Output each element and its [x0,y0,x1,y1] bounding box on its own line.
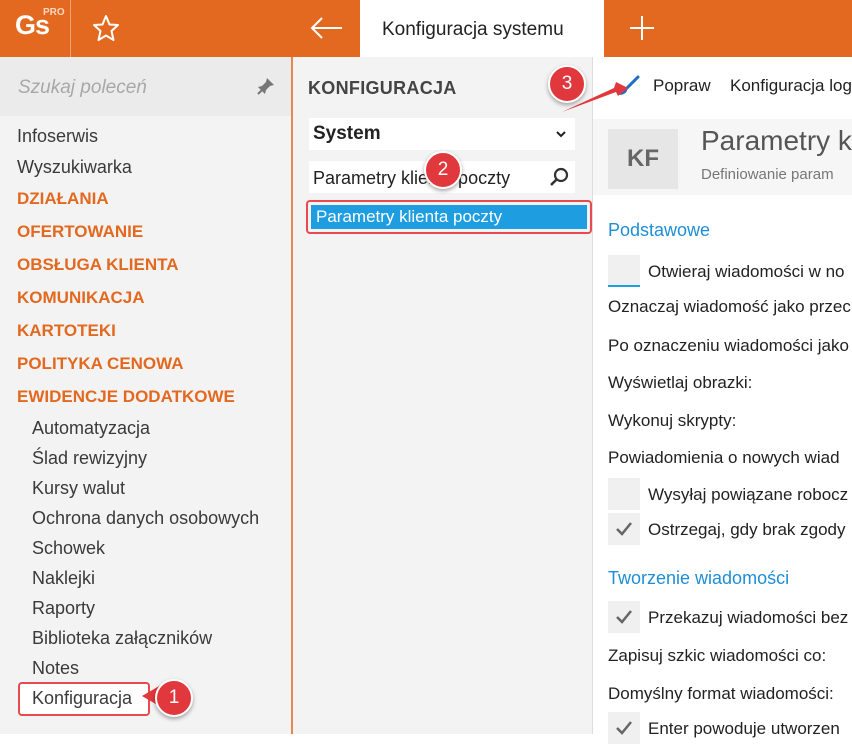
sidebar-category-ewidencje-dodatkowe[interactable]: EWIDENCJE DODATKOWE [17,387,235,407]
back-button[interactable] [306,12,346,44]
checkbox-send-related[interactable] [608,478,640,510]
checkbox-open-messages[interactable] [608,255,640,287]
app-logo[interactable]: Gs PRO [0,0,71,57]
sidebar-category-komunikacja[interactable]: KOMUNIKACJA [17,288,145,308]
checkmark-icon [616,721,632,735]
sidebar-item-schowek[interactable]: Schowek [32,538,105,559]
checkbox-forward[interactable] [608,601,640,633]
sidebar-item-kursy-walut[interactable]: Kursy walut [32,478,125,499]
details-subtitle: Definiowanie param [701,166,834,183]
search-icon[interactable] [548,166,570,188]
checkbox-enter[interactable] [608,712,640,744]
category-select-value: System [313,123,381,144]
field-draft-label: Zapisuj szkic wiadomości co: [608,646,827,665]
arrow-left-icon [310,17,342,39]
sidebar-item-raporty[interactable]: Raporty [32,598,95,619]
checkbox-warn-consent[interactable] [608,513,640,545]
sidebar: Szukaj poleceń Infoserwis Wyszukiwarka D… [0,57,291,734]
details-header: KF Parametry k Definiowanie param [593,119,852,195]
checkbox-forward-label: Przekazuj wiadomości bez [648,608,849,627]
callout-badge-2: 2 [424,151,462,189]
sidebar-item-automatyzacja[interactable]: Automatyzacja [32,418,150,439]
category-select[interactable]: System [309,118,575,150]
field-notifications-label: Powiadomienia o nowych wiad [608,448,840,467]
module-tile: KF [608,129,678,189]
sidebar-item-naklejki[interactable]: Naklejki [32,568,95,589]
search-result-label: Parametry klienta poczty [316,207,503,226]
plus-icon [630,16,654,40]
search-result-item[interactable]: Parametry klienta poczty [311,205,587,229]
sidebar-item-biblioteka[interactable]: Biblioteka załączników [32,628,212,649]
sidebar-category-dzialania[interactable]: DZIAŁANIA [17,189,109,209]
tab-konfiguracja-systemu[interactable]: Konfiguracja systemu [360,0,604,57]
checkbox-warn-consent-label: Ostrzegaj, gdy brak zgody [648,520,846,539]
edit-button[interactable]: Popraw [653,76,711,96]
sidebar-category-obsluga-klienta[interactable]: OBSŁUGA KLIENTA [17,255,179,275]
sidebar-item-wyszukiwarka[interactable]: Wyszukiwarka [17,157,132,178]
module-tile-text: KF [627,145,659,172]
sidebar-category-polityka-cenowa[interactable]: POLITYKA CENOWA [17,354,184,374]
command-search-placeholder: Szukaj poleceń [18,77,147,98]
sidebar-item-konfiguracja[interactable]: Konfiguracja [32,688,132,709]
sidebar-item-notes[interactable]: Notes [32,658,79,679]
field-after-mark-label: Po oznaczeniu wiadomości jako [608,336,849,355]
checkmark-icon [616,522,632,536]
tab-title: Konfiguracja systemu [382,19,564,40]
checkbox-open-messages-label: Otwieraj wiadomości w no [648,262,845,281]
panel-title: KONFIGURACJA [308,78,457,98]
sidebar-category-ofertowanie[interactable]: OFERTOWANIE [17,222,143,242]
checkbox-enter-label: Enter powoduje utworzen [648,719,840,738]
top-bar: Gs PRO Konfiguracja systemu [0,0,852,57]
field-scripts-label: Wykonuj skrypty: [608,411,737,430]
sidebar-item-ochrona-danych[interactable]: Ochrona danych osobowych [32,508,259,529]
checkmark-icon [616,610,632,624]
checkbox-send-related-label: Wysyłaj powiązane robocz [648,485,849,504]
command-search-input[interactable]: Szukaj poleceń [0,57,291,116]
config-log-button[interactable]: Konfiguracja log [730,76,852,96]
callout-badge-3: 3 [548,65,586,103]
details-title: Parametry k [701,125,852,156]
config-search-value: Parametry klienta poczty [313,168,511,188]
search-result-highlight: Parametry klienta poczty [306,200,592,234]
sidebar-item-slad-rewizyjny[interactable]: Ślad rewizyjny [32,448,147,469]
new-tab-button[interactable] [626,12,658,44]
field-mark-read-label: Oznaczaj wiadomość jako przec [608,297,851,316]
pin-icon[interactable] [257,77,275,95]
favorites-button[interactable] [90,12,122,44]
chevron-down-icon [556,131,566,138]
section-tworzenie-wiadomosci[interactable]: Tworzenie wiadomości [608,568,789,589]
field-images-label: Wyświetlaj obrazki: [608,373,753,392]
details-pane: Popraw Konfiguracja log KF Parametry k D… [593,57,852,744]
star-icon [93,15,119,41]
logo-badge: PRO [43,7,65,18]
field-format-label: Domyślny format wiadomości: [608,684,834,703]
section-podstawowe[interactable]: Podstawowe [608,220,710,241]
callout-badge-1: 1 [155,679,193,717]
sidebar-category-kartoteki[interactable]: KARTOTEKI [17,321,116,341]
sidebar-item-infoserwis[interactable]: Infoserwis [17,126,98,147]
